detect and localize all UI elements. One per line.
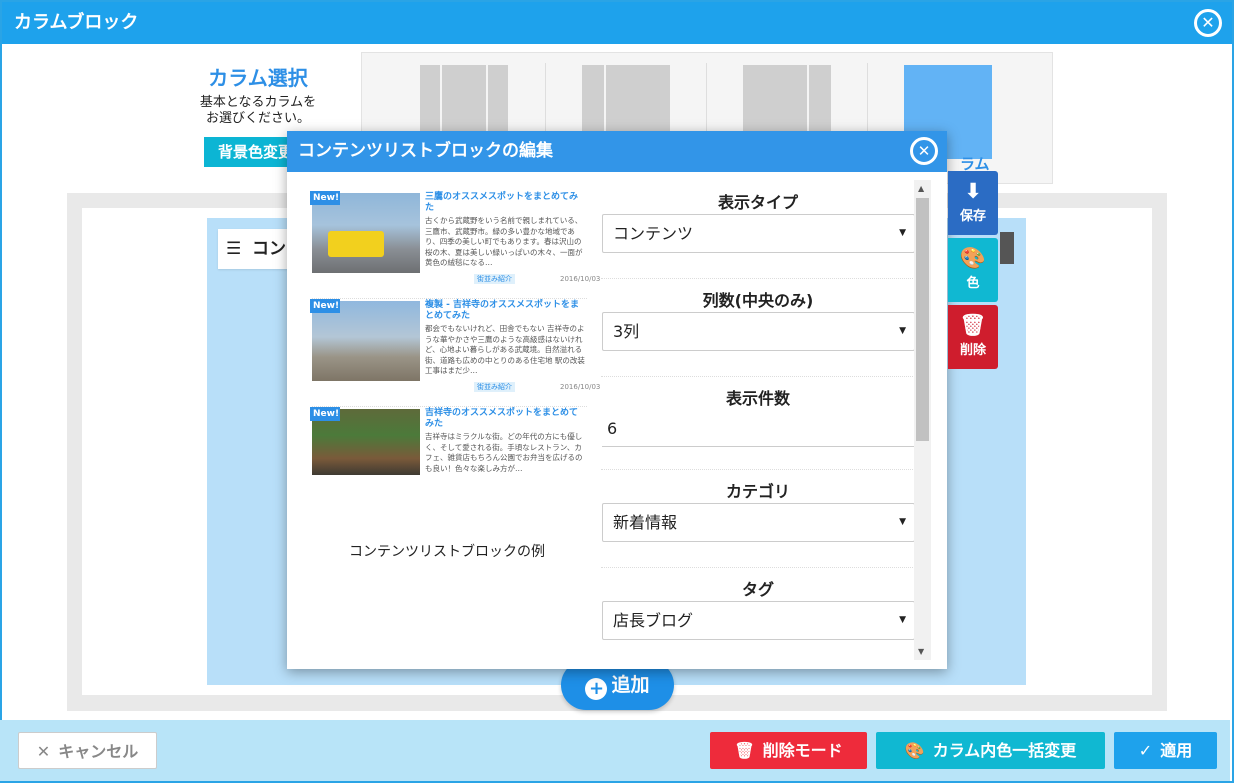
list-item: New! 複製 - 吉祥寺のオススメスポットをまとめてみた 都会でもないけれど、…	[310, 299, 600, 407]
modal-title: コンテンツリストブロックの編集	[287, 131, 947, 172]
field-label: 列数(中央のみ)	[702, 291, 814, 310]
thumbnail-image	[312, 301, 420, 381]
field-tag: タグ 店長ブログ ▼	[601, 568, 915, 661]
tag-select[interactable]: 店長ブログ ▼	[602, 601, 915, 640]
check-icon: ✓	[1138, 741, 1153, 760]
scroll-up-icon[interactable]: ▲	[918, 184, 924, 193]
item-category: 街並み紹介	[474, 274, 515, 284]
new-badge: New!	[310, 407, 340, 421]
select-value: 新着情報	[613, 513, 678, 532]
settings-form: 表示タイプ コンテンツ ▼ 列数(中央のみ) 3列 ▼ 表示件数 6 カテゴリ 新着…	[601, 181, 915, 661]
chevron-down-icon: ▼	[899, 326, 906, 336]
delete-mode-label: 削除モード	[762, 741, 843, 760]
chevron-down-icon: ▼	[899, 615, 906, 625]
column-select-description: 基本となるカラムを お選びください。	[180, 95, 336, 127]
description-line-2: お選びください。	[205, 111, 310, 126]
trash-icon: 🗑	[734, 741, 755, 760]
trash-icon: 🗑	[959, 313, 987, 337]
field-label: 表示件数	[725, 389, 790, 408]
field-category: カテゴリ 新着情報 ▼	[601, 470, 915, 568]
delete-button[interactable]: 🗑 削除	[948, 305, 998, 369]
cancel-button[interactable]: ✕ キャンセル	[18, 732, 157, 769]
plus-icon: +	[585, 678, 608, 700]
close-icon[interactable]: ✕	[910, 137, 938, 165]
block-handle[interactable]	[1000, 232, 1014, 264]
item-body: 吉祥寺はミラクルな街。どの年代の方にも優しく、そして愛される街。手頃なレストラン…	[425, 432, 583, 473]
column-select-title: カラム選択	[208, 66, 308, 90]
new-badge: New!	[310, 299, 340, 313]
delete-label: 削除	[959, 343, 986, 358]
scrollbar-thumb[interactable]	[916, 198, 929, 441]
category-select[interactable]: 新着情報 ▼	[602, 503, 915, 542]
delete-mode-button[interactable]: 🗑 削除モード	[710, 732, 867, 769]
scrollbar[interactable]: ▲ ▼	[914, 180, 931, 660]
select-value: 店長ブログ	[613, 611, 694, 630]
download-icon: ⬇	[964, 179, 982, 203]
item-body: 都会でもないけれど、田舎でもない 吉祥寺のような華やかさや三鷹のような高級感はな…	[425, 324, 585, 375]
list-item: New! 吉祥寺のオススメスポットをまとめてみた 吉祥寺はミラクルな街。どの年代…	[310, 407, 587, 477]
apply-label: 適用	[1160, 741, 1193, 760]
edit-modal: コンテンツリストブロックの編集 ✕ New! 三鷹のオススメスポットをまとめてみ…	[287, 131, 947, 669]
palette-icon: 🎨	[904, 741, 925, 760]
content-block-header[interactable]: ☰コンテンツ	[218, 229, 298, 269]
field-columns: 列数(中央のみ) 3列 ▼	[601, 279, 915, 377]
save-button[interactable]: ⬇ 保存	[948, 171, 998, 235]
chevron-down-icon: ▼	[899, 517, 906, 527]
display-type-select[interactable]: コンテンツ ▼	[602, 214, 915, 253]
field-label: 表示タイプ	[717, 193, 798, 212]
select-value: コンテンツ	[613, 224, 694, 243]
description-line-1: 基本となるカラムを	[199, 95, 317, 110]
display-count-input[interactable]: 6	[602, 410, 915, 447]
menu-icon: ☰	[226, 239, 242, 259]
item-date: 2016/10/03	[560, 383, 601, 391]
cancel-label: キャンセル	[58, 742, 139, 761]
item-date: 2016/10/03	[560, 275, 601, 283]
item-title: 複製 - 吉祥寺のオススメスポットをまとめてみた	[425, 300, 580, 321]
columns-select[interactable]: 3列 ▼	[602, 312, 915, 351]
item-category: 街並み紹介	[474, 382, 515, 392]
save-label: 保存	[959, 209, 986, 224]
add-label: 追加	[611, 674, 650, 696]
item-title: 吉祥寺のオススメスポットをまとめてみた	[425, 408, 579, 429]
field-label: タグ	[741, 580, 774, 599]
column-color-button[interactable]: 🎨 カラム内色一括変更	[876, 732, 1105, 769]
color-label: 色	[966, 276, 980, 291]
field-display-count: 表示件数 6	[601, 377, 915, 470]
list-item: New! 三鷹のオススメスポットをまとめてみた 古くから武蔵野をいう名前で親しま…	[310, 191, 600, 299]
chevron-down-icon: ▼	[899, 228, 906, 238]
field-label: カテゴリ	[725, 482, 790, 501]
field-display-type: 表示タイプ コンテンツ ▼	[601, 181, 915, 279]
select-value: 3列	[613, 322, 640, 341]
example-caption: コンテンツリストブロックの例	[349, 544, 545, 560]
item-title: 三鷹のオススメスポットをまとめてみた	[425, 192, 579, 213]
color-button[interactable]: 🎨 色	[948, 238, 998, 302]
apply-button[interactable]: ✓ 適用	[1114, 732, 1217, 769]
column-color-label: カラム内色一括変更	[932, 741, 1077, 760]
example-preview: New! 三鷹のオススメスポットをまとめてみた 古くから武蔵野をいう名前で親しま…	[310, 191, 600, 560]
close-icon[interactable]: ✕	[1194, 9, 1222, 37]
scroll-down-icon[interactable]: ▼	[918, 647, 924, 656]
new-badge: New!	[310, 191, 340, 205]
window-title: カラムブロック	[2, 2, 1232, 44]
close-icon: ✕	[36, 742, 51, 761]
item-body: 古くから武蔵野をいう名前で親しまれている、三鷹市、武蔵野市。緑の多い豊かな地域で…	[425, 216, 583, 267]
palette-icon: 🎨	[959, 246, 987, 270]
thumbnail-image	[312, 193, 420, 273]
